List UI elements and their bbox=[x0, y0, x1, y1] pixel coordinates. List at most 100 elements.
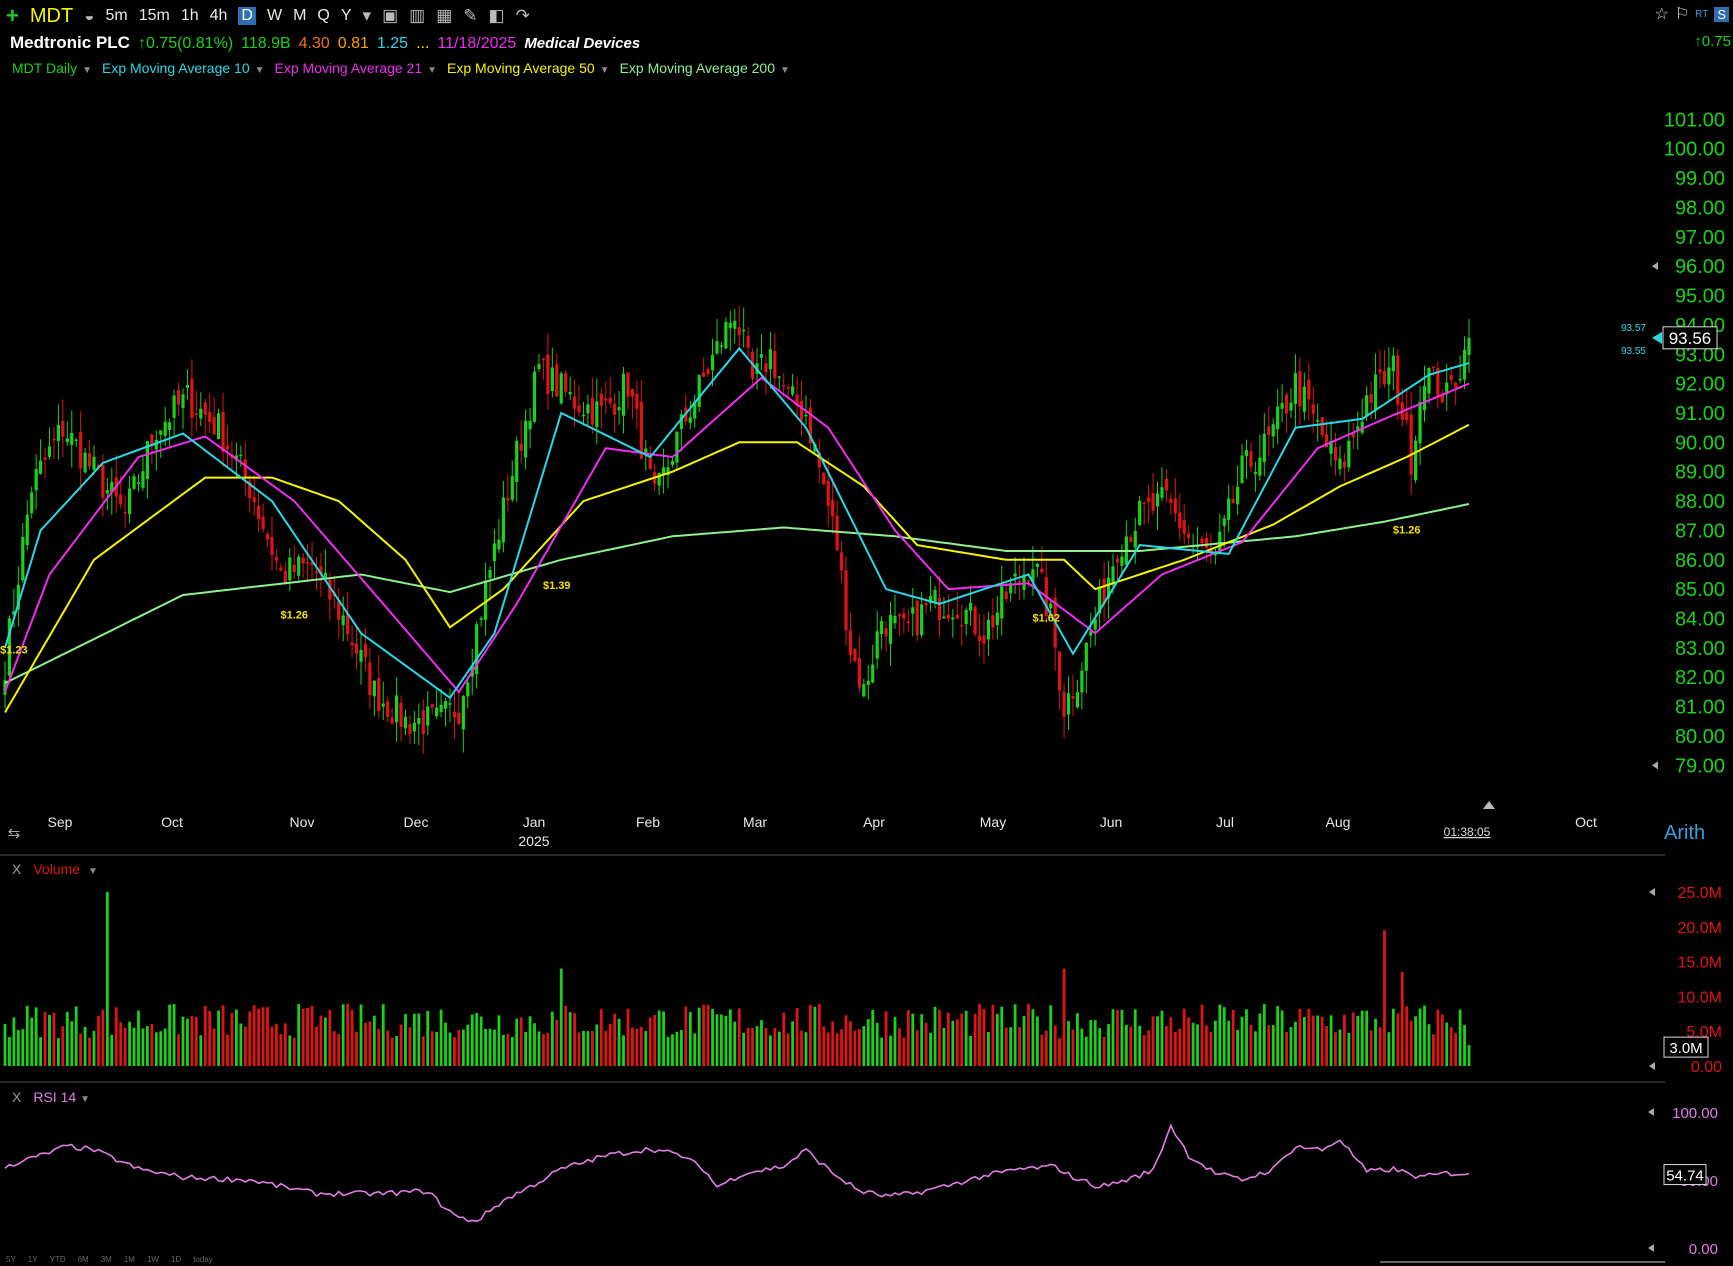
range-button-ytd[interactable]: YTD bbox=[50, 1255, 66, 1264]
volume-bar bbox=[622, 1035, 625, 1066]
volume-bar bbox=[1298, 1008, 1302, 1066]
range-button-1d[interactable]: 1D bbox=[171, 1255, 181, 1264]
candle bbox=[888, 601, 893, 666]
volume-bar bbox=[1338, 1029, 1342, 1066]
dividend-marker[interactable]: $1.26 bbox=[280, 610, 308, 622]
year-label: 2025 bbox=[518, 833, 549, 849]
month-label: Nov bbox=[290, 814, 315, 830]
volume-bar bbox=[755, 1026, 759, 1066]
range-button-6m[interactable]: 6M bbox=[78, 1255, 89, 1264]
last-rsi-label: 54.74 bbox=[1666, 1168, 1704, 1185]
range-button-3m[interactable]: 3M bbox=[101, 1255, 112, 1264]
candle bbox=[862, 678, 866, 698]
volume-bar bbox=[3, 1023, 7, 1066]
volume-bar bbox=[88, 1037, 91, 1066]
volume-bar bbox=[16, 1030, 20, 1066]
scroll-left-icon[interactable]: ⇆ bbox=[8, 825, 21, 842]
range-button-1m[interactable]: 1M bbox=[124, 1255, 135, 1264]
close-volume-icon[interactable]: X bbox=[12, 861, 21, 877]
volume-bar bbox=[1138, 1025, 1142, 1066]
volume-bar bbox=[132, 1027, 136, 1066]
dividend-marker[interactable]: $1.26 bbox=[1393, 524, 1421, 536]
volume-bar bbox=[550, 1011, 554, 1066]
candle bbox=[613, 393, 617, 433]
candle bbox=[274, 548, 279, 571]
volume-bar bbox=[791, 1021, 795, 1066]
scroll-up-icon[interactable] bbox=[1483, 801, 1495, 809]
candle bbox=[951, 609, 955, 638]
rsi-axis: 100.0050.000.0054.74 bbox=[1648, 1105, 1718, 1258]
rsi-tick-label: 100.00 bbox=[1672, 1105, 1718, 1122]
candle bbox=[1133, 517, 1137, 564]
volume-bar bbox=[777, 1031, 781, 1066]
month-label: Mar bbox=[743, 814, 767, 830]
volume-bar bbox=[83, 1026, 87, 1066]
volume-bar bbox=[1120, 1009, 1124, 1066]
volume-bar bbox=[724, 1015, 728, 1066]
dividend-marker[interactable]: $1.39 bbox=[543, 580, 571, 592]
volume-bar bbox=[261, 1007, 265, 1066]
range-button-1w[interactable]: 1W bbox=[147, 1255, 159, 1264]
price-axis[interactable]: 101.00100.0099.0098.0097.0096.0095.0094.… bbox=[1621, 109, 1725, 777]
range-button-5y[interactable]: 5Y bbox=[6, 1255, 16, 1264]
volume-bar bbox=[582, 1030, 585, 1066]
volume-pane-title[interactable]: Volume bbox=[33, 861, 80, 877]
ema50-line bbox=[4, 423, 1470, 713]
rsi-pane-title[interactable]: RSI 14 bbox=[33, 1089, 76, 1105]
volume-bar bbox=[328, 1009, 332, 1066]
volume-bar bbox=[70, 1021, 74, 1066]
volume-bar bbox=[34, 1007, 38, 1066]
candle bbox=[70, 410, 74, 468]
candle bbox=[1240, 443, 1244, 485]
candle bbox=[1382, 350, 1387, 388]
price-tick-label: 87.00 bbox=[1675, 520, 1725, 542]
candle bbox=[808, 398, 813, 452]
candle bbox=[390, 707, 394, 725]
candle bbox=[1115, 554, 1120, 580]
volume-bar bbox=[1102, 1036, 1106, 1066]
volume-bar bbox=[617, 1018, 621, 1066]
range-button-1y[interactable]: 1Y bbox=[28, 1255, 38, 1264]
candle bbox=[1071, 675, 1075, 716]
candle bbox=[172, 389, 176, 438]
candle bbox=[982, 614, 986, 664]
candle bbox=[1258, 434, 1262, 481]
close-rsi-icon[interactable]: X bbox=[12, 1089, 21, 1105]
volume-bar bbox=[386, 1030, 390, 1066]
ema200-line bbox=[4, 503, 1470, 684]
candle bbox=[185, 369, 190, 400]
candle bbox=[168, 418, 172, 448]
volume-bar bbox=[1173, 1031, 1177, 1066]
candle bbox=[1320, 416, 1324, 439]
volume-bar bbox=[764, 1028, 768, 1066]
volume-bar bbox=[1302, 1016, 1306, 1066]
candle bbox=[297, 553, 301, 581]
candle bbox=[323, 549, 327, 579]
candle bbox=[1462, 336, 1467, 389]
volume-bar bbox=[1280, 1010, 1284, 1066]
volume-bar bbox=[453, 1037, 456, 1066]
volume-bar bbox=[684, 1006, 688, 1066]
volume-bar bbox=[1111, 1009, 1115, 1066]
candle bbox=[750, 348, 755, 389]
candle bbox=[728, 310, 732, 351]
candle bbox=[1231, 485, 1235, 504]
last-volume-label: 3.0M bbox=[1669, 1040, 1702, 1057]
rsi-line bbox=[4, 1123, 1470, 1223]
dividend-marker[interactable]: $1.62 bbox=[1032, 612, 1060, 624]
rsi-series bbox=[4, 1123, 1470, 1223]
dividend-marker[interactable]: $1.23 bbox=[0, 645, 28, 657]
scale-mode-toggle[interactable]: Arith bbox=[1664, 822, 1705, 845]
candle bbox=[248, 475, 252, 513]
volume-bar bbox=[163, 1028, 167, 1066]
chevron-down-icon[interactable]: ▼ bbox=[88, 866, 98, 877]
volume-bar bbox=[662, 1011, 665, 1066]
candle bbox=[817, 438, 821, 484]
date-axis[interactable]: Sep Oct Nov Dec Jan Feb Mar Apr May Jun Jul Aug Oct 2… bbox=[8, 801, 1597, 849]
candle bbox=[1160, 467, 1164, 502]
candle bbox=[1000, 565, 1004, 636]
chevron-down-icon[interactable]: ▼ bbox=[80, 1094, 90, 1105]
volume-bar bbox=[444, 1022, 447, 1066]
range-button-today[interactable]: today bbox=[193, 1255, 213, 1264]
volume-bars bbox=[3, 891, 1471, 1066]
